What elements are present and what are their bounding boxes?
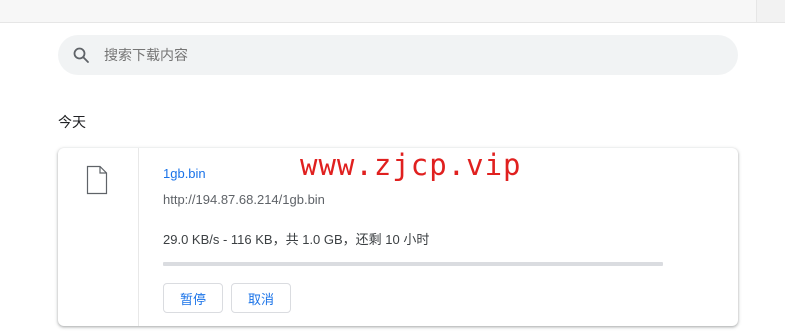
date-section-title: 今天 — [58, 114, 86, 130]
toolbar-menu-area[interactable] — [756, 0, 785, 22]
search-icon[interactable] — [72, 46, 90, 64]
search-bar[interactable] — [58, 35, 738, 75]
file-source-url: http://194.87.68.214/1gb.bin — [163, 192, 325, 207]
file-name-link[interactable]: 1gb.bin — [163, 166, 206, 181]
file-icon — [86, 165, 108, 195]
top-toolbar — [0, 0, 785, 23]
search-input[interactable] — [104, 47, 738, 63]
watermark-text: www.zjcp.vip — [300, 148, 522, 182]
pause-button[interactable]: 暂停 — [163, 283, 223, 313]
cancel-button[interactable]: 取消 — [231, 283, 291, 313]
download-progress-bar — [163, 262, 663, 266]
file-icon-column — [58, 148, 139, 326]
download-status-text: 29.0 KB/s - 116 KB，共 1.0 GB，还剩 10 小时 — [163, 232, 430, 247]
